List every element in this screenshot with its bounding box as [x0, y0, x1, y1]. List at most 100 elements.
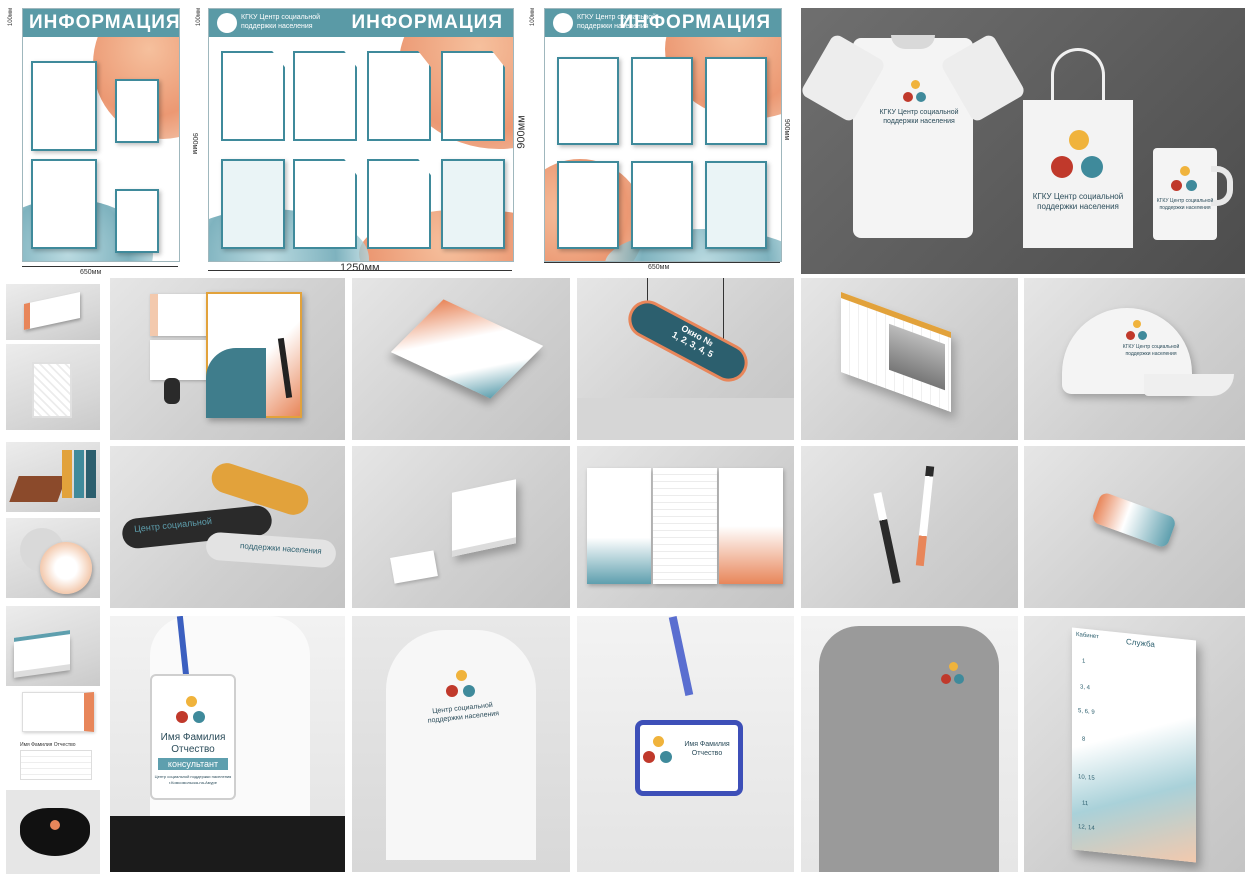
- tshirt-print-line1: КГКУ Центр социальной: [879, 109, 959, 116]
- pocket-a4: [367, 159, 431, 249]
- badge-org: Центр социальной поддержки населения г.К…: [154, 774, 232, 785]
- board-title: ИНФОРМАЦИЯ: [29, 12, 180, 33]
- badge-name-line1: Имя Фамилия: [160, 732, 226, 743]
- cap-print-line2: поддержки населения: [1125, 351, 1177, 357]
- brochure-pocket: [705, 161, 767, 249]
- directory-row-label: 5, 6, 9: [1078, 708, 1095, 716]
- pocket-a4: [221, 51, 285, 141]
- badge-name-line2: Отчество: [171, 744, 215, 755]
- board-title: ИНФОРМАЦИЯ: [351, 12, 503, 33]
- dimension-top: 100мм: [196, 7, 203, 27]
- logo-icon: [643, 736, 673, 766]
- directory-row-label: 11: [1082, 800, 1089, 808]
- pocket-a4: [293, 51, 357, 141]
- tshirt-print-line2: поддержки населения: [883, 118, 955, 125]
- dimension-top: 100мм: [8, 7, 15, 27]
- mug-print-line2: поддержки населения: [1159, 205, 1211, 211]
- mug-image: КГКУ Центр социальной поддержки населения: [1153, 148, 1233, 240]
- sweatshirt-photo: [801, 616, 1018, 872]
- logo-icon: [1126, 320, 1148, 342]
- notebook-mockup: [352, 278, 570, 440]
- info-board-small-left: ИНФОРМАЦИЯ: [22, 8, 180, 262]
- pocket-a4: [367, 51, 431, 141]
- desk-calendar-mockup: [801, 278, 1018, 440]
- logo-icon: [217, 13, 237, 33]
- logo-icon: [553, 13, 573, 33]
- directory-board: Кабинет Служба 1 3, 4 5, 6, 9 8 10, 15 1…: [1072, 627, 1196, 863]
- pens-mockup: [801, 446, 1018, 608]
- logo-icon: [1051, 130, 1105, 184]
- button-badge-thumb: [6, 518, 100, 598]
- cap-mockup: КГКУ Центр социальной поддержки населения: [1024, 278, 1245, 440]
- dimension-height: 900мм: [191, 132, 199, 155]
- dimension-width: 650мм: [80, 269, 102, 276]
- pocket-a4: [631, 57, 693, 145]
- dimension-line: [208, 270, 512, 271]
- logo-icon: [903, 80, 927, 104]
- info-board-large: КГКУ Центр социальной поддержки населения…: [208, 8, 514, 262]
- tshirt-print: КГКУ Центр социальной поддержки населения: [869, 108, 969, 126]
- pocket-a5: [115, 79, 159, 143]
- memo-cube-mockup: [352, 446, 570, 608]
- card-stack-thumb: [6, 606, 100, 686]
- badge-role: консультант: [158, 758, 228, 770]
- badge2-name-line1: Имя Фамилия: [684, 741, 730, 748]
- pocket-a4: [631, 161, 693, 249]
- bizcard-name: Имя Фамилия Отчество: [20, 742, 76, 748]
- logo-icon: [941, 662, 965, 686]
- cap-print: КГКУ Центр социальной поддержки населения: [1116, 344, 1186, 358]
- directory-row-label: 12, 14: [1078, 824, 1095, 832]
- board-title: ИНФОРМАЦИЯ: [619, 12, 771, 33]
- org-name-line2: поддержки населения: [241, 23, 313, 30]
- business-cards-thumb: Имя Фамилия Отчество: [6, 690, 100, 786]
- mug-print: КГКУ Центр социальной поддержки населения: [1155, 198, 1215, 212]
- logo-icon: [1171, 166, 1199, 194]
- directory-head-service: Служба: [1126, 637, 1155, 650]
- face-mask-thumb: [6, 790, 100, 874]
- dimension-line: [544, 262, 780, 263]
- cap-print-line1: КГКУ Центр социальной: [1122, 344, 1180, 350]
- mug-print-line1: КГКУ Центр социальной: [1156, 198, 1214, 204]
- bag-print: КГКУ Центр социальной поддержки населения: [1025, 192, 1131, 212]
- info-board-small-right: КГКУ Центр социальной поддержки населения…: [544, 8, 782, 262]
- pocket-a4: [31, 61, 97, 151]
- tote-bag-image: КГКУ Центр социальной поддержки населения: [1023, 48, 1133, 248]
- paper-tray-thumb: [6, 344, 100, 430]
- badge2-name-line2: Отчество: [691, 750, 723, 757]
- brochure-pocket: [221, 159, 285, 249]
- wristbands-mockup: Центр социальной поддержки населения: [110, 446, 345, 608]
- dimension-width: 1250мм: [340, 262, 380, 274]
- directory-row-label: 1: [1082, 658, 1086, 665]
- pocket-a4: [293, 159, 357, 249]
- org-name-line1: КГКУ Центр социальной: [241, 14, 321, 21]
- usb-drive-mockup: [1024, 446, 1245, 608]
- pocket-a4: [31, 159, 97, 249]
- lanyard-badge-photo: Имя Фамилия Отчество консультант Центр со…: [110, 616, 345, 872]
- folders-thumb: [6, 442, 100, 512]
- logo-icon: [176, 696, 206, 726]
- directory-row-label: 3, 4: [1080, 684, 1091, 692]
- dimension-height: 900мм: [515, 115, 528, 149]
- pocket-a5: [115, 189, 159, 253]
- coat-badge-photo: Имя Фамилия Отчество: [577, 616, 794, 872]
- directory-row-label: 10, 15: [1078, 774, 1095, 782]
- stationery-mockup: [110, 278, 345, 440]
- directory-row-label: 8: [1082, 736, 1086, 743]
- pocket-a4: [557, 161, 619, 249]
- tshirt-image: КГКУ Центр социальной поддержки населения: [801, 32, 1027, 238]
- dimension-height: 900мм: [783, 118, 791, 141]
- pocket-a4: [557, 57, 619, 145]
- bag-print-line1: КГКУ Центр социальной: [1032, 192, 1124, 201]
- bag-print-line2: поддержки населения: [1037, 202, 1119, 211]
- tshirt-person-photo: Центр социальной поддержки населения: [352, 616, 570, 872]
- badge-name: Имя Фамилия Отчество: [150, 732, 236, 756]
- brochure-pocket: [441, 159, 505, 249]
- pocket-a4: [705, 57, 767, 145]
- window-sign-mockup: Окно № 1, 2, 3, 4, 5: [577, 278, 794, 440]
- business-card-thumb: [6, 284, 100, 340]
- dimension-top: 100мм: [530, 7, 537, 27]
- directory-board-mockup: Кабинет Служба 1 3, 4 5, 6, 9 8 10, 15 1…: [1024, 616, 1245, 872]
- org-name: КГКУ Центр социальной поддержки населения: [241, 13, 320, 31]
- logo-icon: [446, 670, 476, 700]
- merch-mockup-panel: КГКУ Центр социальной поддержки населения…: [801, 8, 1245, 274]
